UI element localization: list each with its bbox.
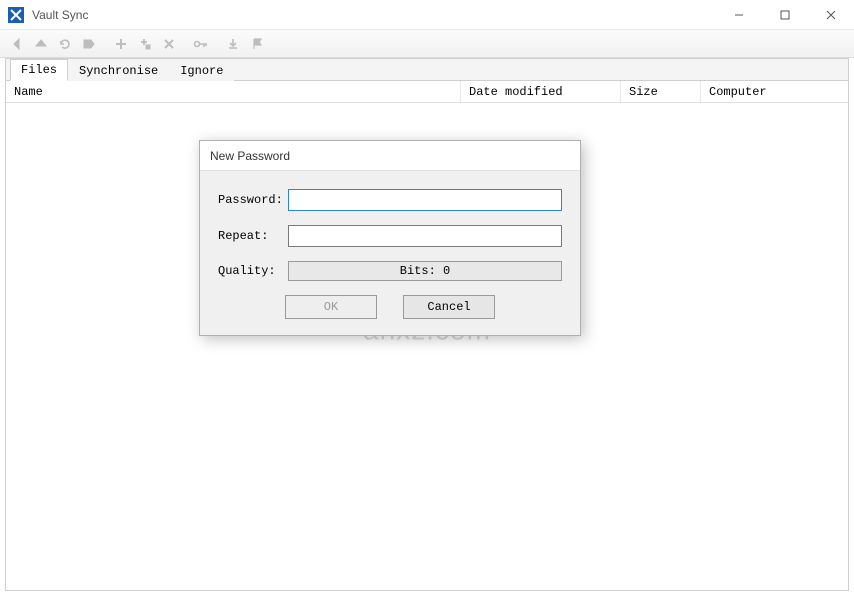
close-button[interactable] <box>808 0 854 29</box>
maximize-button[interactable] <box>762 0 808 29</box>
quality-label: Quality: <box>218 264 288 278</box>
titlebar: Vault Sync <box>0 0 854 30</box>
app-icon <box>8 7 24 23</box>
quality-meter: Bits: 0 <box>288 261 562 281</box>
refresh-icon[interactable] <box>54 33 76 55</box>
cancel-button[interactable]: Cancel <box>403 295 495 319</box>
tab-files[interactable]: Files <box>10 59 68 81</box>
new-password-dialog: New Password Password: Repeat: Quality: … <box>199 140 581 336</box>
minimize-button[interactable] <box>716 0 762 29</box>
flag-icon[interactable] <box>246 33 268 55</box>
col-date[interactable]: Date modified <box>461 81 621 102</box>
tab-ignore[interactable]: Ignore <box>169 60 234 81</box>
tabstrip: Files Synchronise Ignore <box>6 59 848 81</box>
password-input[interactable] <box>288 189 562 211</box>
password-label: Password: <box>218 193 288 207</box>
repeat-input[interactable] <box>288 225 562 247</box>
delete-icon[interactable] <box>158 33 180 55</box>
quality-text: Bits: 0 <box>400 264 450 278</box>
col-name[interactable]: Name <box>6 81 461 102</box>
repeat-label: Repeat: <box>218 229 288 243</box>
window-title: Vault Sync <box>30 8 716 22</box>
tab-synchronise[interactable]: Synchronise <box>68 60 169 81</box>
col-computer[interactable]: Computer <box>701 81 848 102</box>
toolbar <box>0 30 854 58</box>
table-header: Name Date modified Size Computer <box>6 81 848 103</box>
tag-icon[interactable] <box>78 33 100 55</box>
window-controls <box>716 0 854 29</box>
col-size[interactable]: Size <box>621 81 701 102</box>
key-icon[interactable] <box>190 33 212 55</box>
download-icon[interactable] <box>222 33 244 55</box>
dialog-title: New Password <box>200 141 580 171</box>
back-icon[interactable] <box>6 33 28 55</box>
ok-button[interactable]: OK <box>285 295 377 319</box>
add-icon[interactable] <box>110 33 132 55</box>
up-icon[interactable] <box>30 33 52 55</box>
add-tag-icon[interactable] <box>134 33 156 55</box>
